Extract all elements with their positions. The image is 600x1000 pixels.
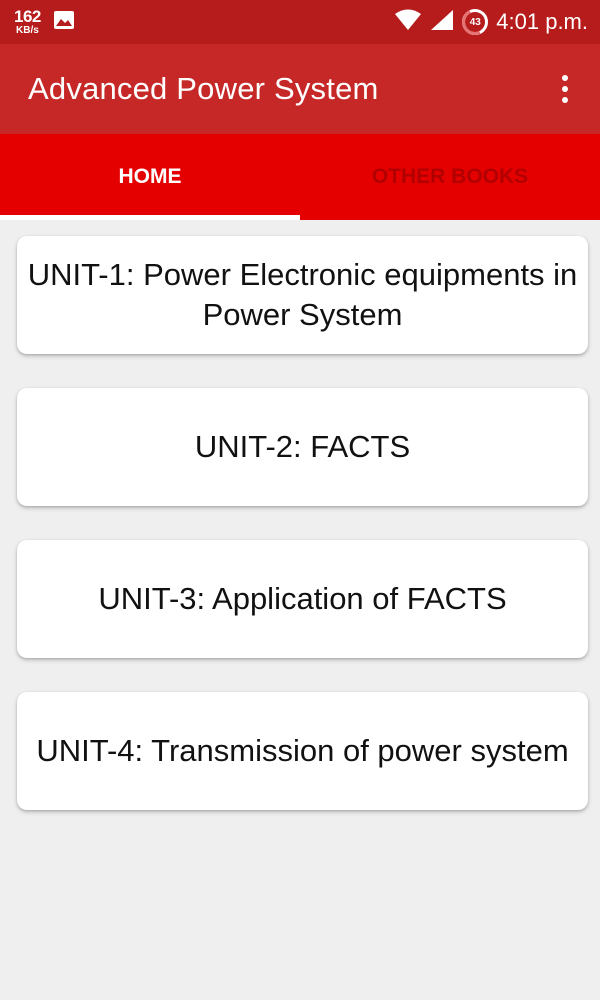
- tab-other-books[interactable]: OTHER BOOKS: [300, 134, 600, 220]
- app-title: Advanced Power System: [28, 71, 379, 106]
- network-speed-unit: KB/s: [16, 25, 39, 36]
- status-bar-right: 43 4:01 p.m.: [394, 9, 588, 36]
- status-bar-left: 162 KB/s: [14, 8, 75, 36]
- status-time: 4:01 p.m.: [496, 9, 588, 34]
- status-bar: 162 KB/s 43 4:01 p.m.: [0, 0, 600, 44]
- cell-signal-icon: [430, 9, 454, 36]
- image-icon: [53, 10, 75, 35]
- unit-card-4[interactable]: UNIT-4: Transmission of power system: [17, 692, 588, 810]
- wifi-icon: [394, 9, 422, 36]
- unit-card-1[interactable]: UNIT-1: Power Electronic equipments in P…: [17, 236, 588, 354]
- unit-card-3[interactable]: UNIT-3: Application of FACTS: [17, 540, 588, 658]
- unit-card-2[interactable]: UNIT-2: FACTS: [17, 388, 588, 506]
- network-speed-indicator: 162 KB/s: [14, 8, 41, 36]
- tab-bar: HOME OTHER BOOKS: [0, 134, 600, 220]
- more-vert-icon[interactable]: [550, 67, 580, 111]
- battery-icon: 43: [462, 9, 489, 35]
- tab-home[interactable]: HOME: [0, 134, 300, 220]
- battery-level: 43: [469, 16, 481, 28]
- unit-list: UNIT-1: Power Electronic equipments in P…: [17, 236, 588, 844]
- network-speed-value: 162: [14, 7, 41, 26]
- app-bar: Advanced Power System: [0, 44, 600, 134]
